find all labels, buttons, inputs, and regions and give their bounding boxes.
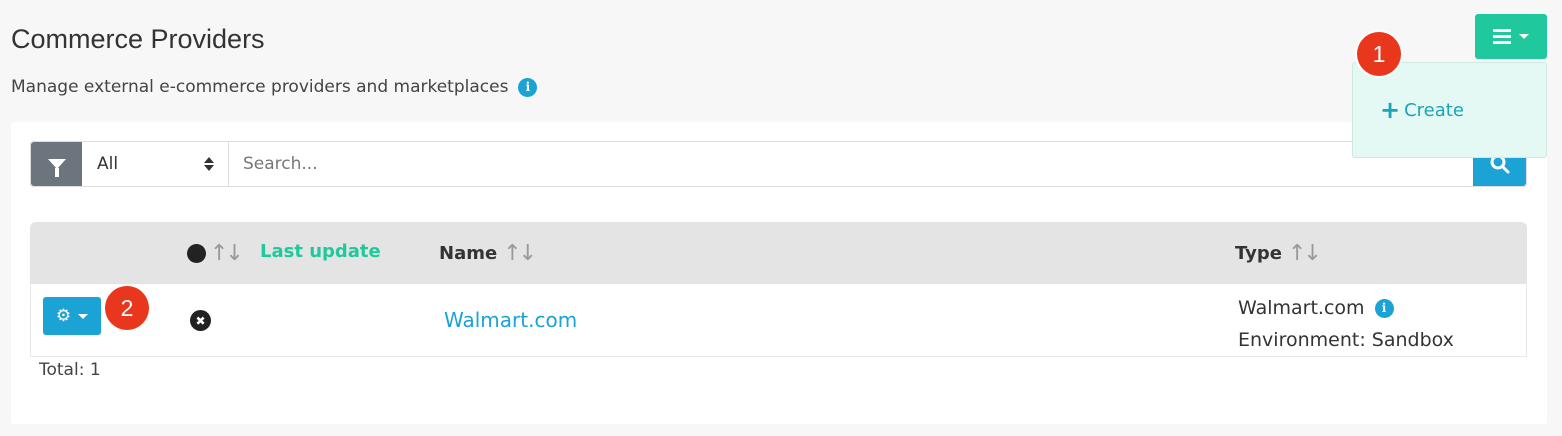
filter-select[interactable]: All <box>82 142 229 186</box>
status-column-header[interactable]: ↑↓ <box>187 241 244 266</box>
environment-value: Environment: Sandbox <box>1238 329 1454 351</box>
chevron-down-icon <box>1519 34 1529 39</box>
status-inactive-icon: ✖ <box>190 310 211 331</box>
hamburger-icon <box>1493 29 1511 44</box>
step-badge-2: 2 <box>105 286 149 330</box>
column-type-label: Type <box>1235 243 1282 264</box>
row-actions-button[interactable]: ⚙ <box>43 297 101 335</box>
sort-icon: ↑↓ <box>210 241 244 266</box>
column-name[interactable]: Name ↑↓ <box>439 241 537 266</box>
filter-button[interactable] <box>31 142 82 186</box>
subtitle-text: Manage external e-commerce providers and… <box>11 77 509 97</box>
type-cell: Walmart.com i Environment: Sandbox <box>1238 292 1454 356</box>
filter-bar: All <box>30 141 1527 187</box>
column-type[interactable]: Type ↑↓ <box>1235 241 1322 266</box>
provider-name-link[interactable]: Walmart.com <box>444 308 577 332</box>
info-icon[interactable]: i <box>518 77 538 97</box>
page-title: Commerce Providers <box>11 24 265 54</box>
status-dot-icon <box>187 244 206 263</box>
type-value: Walmart.com <box>1238 297 1365 319</box>
funnel-icon <box>47 159 66 177</box>
gear-icon: ⚙ <box>55 306 72 326</box>
search-input[interactable] <box>229 142 1473 186</box>
filter-select-value: All <box>97 154 119 174</box>
sort-icon: ↑↓ <box>503 241 537 266</box>
actions-menu-button[interactable] <box>1475 14 1547 59</box>
sort-icon: ↑↓ <box>1287 241 1322 266</box>
table-header: ↑↓ Last update Name ↑↓ Type ↑↓ <box>30 222 1527 284</box>
table-row: ⚙ ✖ Walmart.com Walmart.com i Environmen… <box>30 284 1527 357</box>
column-last-update[interactable]: Last update <box>260 241 381 262</box>
plus-icon: + <box>1380 96 1401 124</box>
page-subtitle: Manage external e-commerce providers and… <box>11 77 538 97</box>
select-arrows-icon <box>204 157 214 171</box>
info-icon[interactable]: i <box>1374 298 1394 318</box>
column-name-label: Name <box>439 243 498 264</box>
create-menu-item[interactable]: Create <box>1404 100 1464 121</box>
actions-dropdown: + Create <box>1352 62 1547 158</box>
step-badge-1: 1 <box>1357 32 1401 76</box>
total-count: Total: 1 <box>39 360 101 380</box>
chevron-down-icon <box>78 313 89 319</box>
